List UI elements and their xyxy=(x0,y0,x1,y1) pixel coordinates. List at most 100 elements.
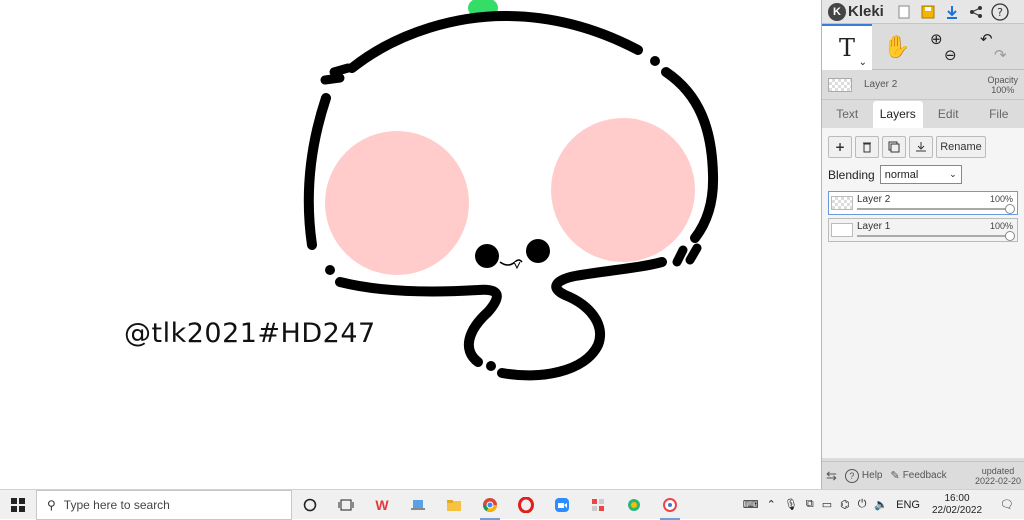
swap-panel-button[interactable]: ⇆ xyxy=(822,468,841,484)
merge-layer-button[interactable] xyxy=(909,136,933,158)
zoom-out-icon[interactable]: ⊖ xyxy=(944,47,957,63)
wps-office-icon[interactable]: W xyxy=(364,490,400,520)
power-plug-icon[interactable]: ⏻ xyxy=(854,498,871,511)
side-panel: K Kleki ? T ⌄ ✋ ⊕ ⊖ ↶ xyxy=(821,0,1024,489)
current-layer-name: Layer 2 xyxy=(864,79,987,90)
new-file-icon[interactable] xyxy=(892,1,916,23)
slider-handle[interactable] xyxy=(1005,204,1015,214)
laptop-app-icon[interactable] xyxy=(400,490,436,520)
start-button[interactable] xyxy=(0,490,36,520)
search-placeholder: Type here to search xyxy=(64,498,170,512)
language-indicator[interactable]: ENG xyxy=(892,499,924,511)
layer-item-layer-2[interactable]: Layer 2 100% xyxy=(828,191,1018,215)
feedback-button[interactable]: ✎ Feedback xyxy=(886,469,950,482)
layer-opacity-slider[interactable] xyxy=(857,208,1011,210)
merge-down-icon xyxy=(915,141,927,153)
zoom-in-icon[interactable]: ⊕ xyxy=(930,31,943,47)
download-icon[interactable] xyxy=(940,1,964,23)
current-layer-opacity: Opacity 100% xyxy=(987,75,1018,95)
task-view-icon[interactable] xyxy=(328,490,364,520)
save-icon[interactable] xyxy=(916,1,940,23)
panel-bottombar: ⇆ ? Help ✎ Feedback updated 2022-02-20 xyxy=(822,461,1024,489)
layer-thumbnail xyxy=(831,196,853,210)
panel-topbar: K Kleki ? xyxy=(822,0,1024,24)
tab-text[interactable]: Text xyxy=(822,107,873,128)
chrome-icon[interactable] xyxy=(472,490,508,520)
opacity-label: Opacity xyxy=(987,75,1018,85)
share-icon[interactable] xyxy=(964,1,988,23)
watermark-text: @tlk2021#HD247 xyxy=(124,318,376,349)
layers-panel: + Rename Blending normal ⌄ Layer 2 100% xyxy=(822,128,1024,458)
clock-time: 16:00 xyxy=(932,493,982,505)
notification-icon[interactable]: 🗨 xyxy=(990,498,1024,511)
feedback-icon: ✎ xyxy=(890,469,899,482)
meet-now-icon[interactable]: ⧉ xyxy=(802,498,818,511)
left-cheek xyxy=(325,131,469,275)
kleki-logo-icon: K xyxy=(828,3,846,21)
hand-icon: ✋ xyxy=(883,35,910,60)
zoom-buttons: ⊕ ⊖ xyxy=(922,24,972,70)
volume-icon[interactable]: 🔈 xyxy=(870,498,892,511)
trash-icon xyxy=(862,141,872,153)
hand-tool-button[interactable]: ✋ xyxy=(872,24,922,70)
search-icon: ⚲ xyxy=(47,498,56,512)
battery-icon[interactable]: ▭ xyxy=(818,498,836,511)
cortana-icon[interactable] xyxy=(292,490,328,520)
help-icon[interactable]: ? xyxy=(988,1,1012,23)
right-cheek xyxy=(551,118,695,262)
windows-logo-icon xyxy=(11,498,25,512)
file-explorer-icon[interactable] xyxy=(436,490,472,520)
tool-row: T ⌄ ✋ ⊕ ⊖ ↶ ↷ xyxy=(822,24,1024,70)
app-name: Kleki xyxy=(848,3,884,20)
drawing-svg xyxy=(0,0,821,489)
zoom-app-icon[interactable] xyxy=(544,490,580,520)
keyboard-icon[interactable]: ⌨ xyxy=(739,498,763,511)
opacity-value: 100% xyxy=(987,85,1018,95)
chevron-down-icon: ⌄ xyxy=(949,169,957,180)
help-button[interactable]: ? Help xyxy=(841,469,887,483)
layer-opacity: 100% xyxy=(990,221,1013,231)
add-layer-button[interactable]: + xyxy=(828,136,852,158)
current-layer-thumbnail xyxy=(828,78,852,92)
layer-opacity: 100% xyxy=(990,194,1013,204)
duplicate-layer-button[interactable] xyxy=(882,136,906,158)
layer-thumbnail xyxy=(831,223,853,237)
text-tool-button[interactable]: T ⌄ xyxy=(822,24,872,70)
left-eye xyxy=(475,244,499,268)
updated-label: updated xyxy=(975,466,1021,476)
color-app-icon[interactable] xyxy=(616,490,652,520)
taskbar-search-input[interactable]: ⚲ Type here to search xyxy=(36,490,292,520)
drawing-canvas[interactable]: @tlk2021#HD247 xyxy=(0,0,821,489)
help-circle-icon: ? xyxy=(845,469,859,483)
blending-row: Blending normal ⌄ xyxy=(828,165,1018,184)
slider-handle[interactable] xyxy=(1005,231,1015,241)
updated-date: 2022-02-20 xyxy=(975,476,1021,486)
chevron-down-icon[interactable]: ⌄ xyxy=(859,57,867,68)
delete-layer-button[interactable] xyxy=(855,136,879,158)
app-logo[interactable]: K Kleki xyxy=(828,3,884,21)
tab-layers[interactable]: Layers xyxy=(873,101,924,128)
taskbar-clock[interactable]: 16:00 22/02/2022 xyxy=(924,493,990,517)
plus-icon: + xyxy=(835,140,845,154)
redo-icon[interactable]: ↷ xyxy=(994,47,1007,63)
tab-file[interactable]: File xyxy=(974,107,1024,128)
fang xyxy=(514,262,520,268)
show-hidden-icons-chevron-up-icon[interactable]: ⌃ xyxy=(763,498,780,511)
layer-item-layer-1[interactable]: Layer 1 100% xyxy=(828,218,1018,242)
paint-app-icon[interactable] xyxy=(652,490,688,520)
svg-text:?: ? xyxy=(997,6,1003,19)
microphone-icon[interactable]: 🎙 xyxy=(780,498,802,511)
panel-tabs: Text Layers Edit File xyxy=(822,100,1024,128)
rename-layer-button[interactable]: Rename xyxy=(936,136,986,158)
help-label: Help xyxy=(862,470,883,481)
blending-select[interactable]: normal ⌄ xyxy=(880,165,962,184)
layer-opacity-slider[interactable] xyxy=(857,235,1011,237)
layer-name: Layer 1 xyxy=(857,221,890,232)
feedback-label: Feedback xyxy=(903,470,947,481)
opera-icon[interactable] xyxy=(508,490,544,520)
app-grid-icon[interactable] xyxy=(580,490,616,520)
tab-edit[interactable]: Edit xyxy=(923,107,974,128)
network-icon[interactable]: ⌬ xyxy=(836,498,854,511)
undo-icon[interactable]: ↶ xyxy=(980,31,993,47)
clock-date: 22/02/2022 xyxy=(932,505,982,517)
